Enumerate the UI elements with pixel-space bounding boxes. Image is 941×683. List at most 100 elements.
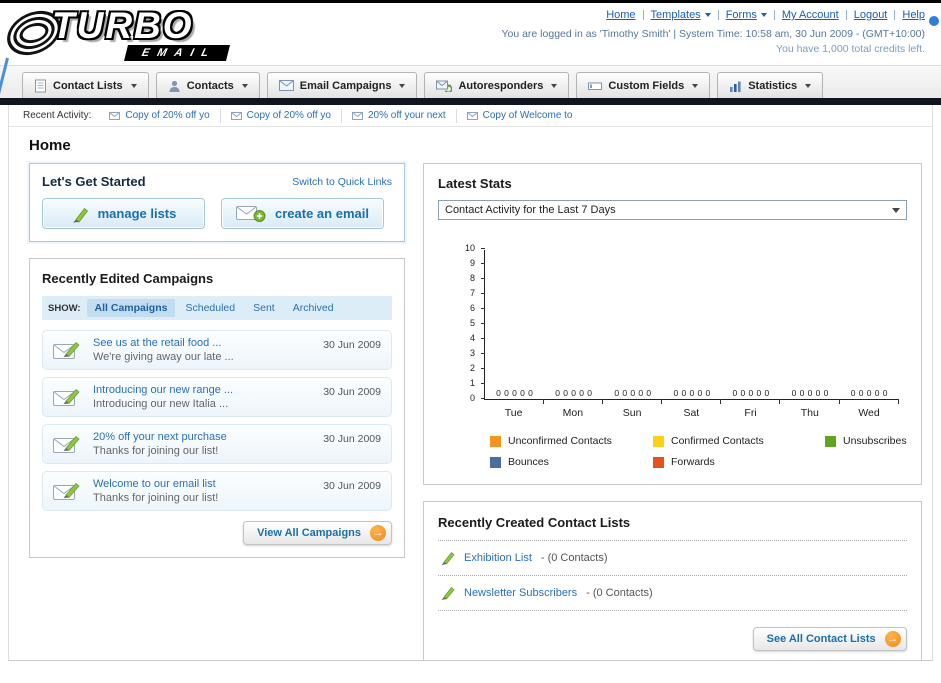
- chart-value-label: 0: [681, 387, 687, 398]
- chart-group: 00000: [544, 250, 604, 404]
- filter-all-campaigns[interactable]: All Campaigns: [86, 299, 176, 317]
- create-email-label: create an email: [275, 206, 369, 221]
- y-axis-tick-mark: [481, 248, 485, 249]
- tab-email-campaigns[interactable]: Email Campaigns: [266, 72, 418, 98]
- nav-templates-link[interactable]: Templates: [651, 9, 711, 21]
- recent-activity-link[interactable]: Copy of Welcome to: [483, 110, 573, 121]
- chart-bar-cell: 0: [496, 388, 501, 400]
- chart-value-label: 0: [850, 387, 856, 398]
- chart-value-label: 0: [732, 387, 738, 398]
- view-all-campaigns-label: View All Campaigns: [257, 527, 361, 539]
- tab-contacts[interactable]: Contacts: [155, 72, 260, 98]
- filter-archived[interactable]: Archived: [285, 299, 342, 317]
- campaign-list-item: Welcome to our email list Thanks for joi…: [42, 471, 392, 511]
- campaign-date: 30 Jun 2009: [323, 480, 381, 492]
- stats-period-value: Contact Activity for the Last 7 Days: [445, 204, 616, 216]
- email-campaigns-icon: [278, 80, 294, 91]
- chart-bar-cell: 0: [867, 388, 872, 400]
- recent-activity-link[interactable]: Copy of 20% off yo: [125, 110, 209, 121]
- edit-campaign-icon: [53, 480, 83, 503]
- nav-home-link[interactable]: Home: [606, 9, 635, 21]
- stats-period-select[interactable]: Contact Activity for the Last 7 Days: [438, 200, 907, 220]
- nav-help-link[interactable]: Help: [902, 9, 925, 21]
- x-axis-label: Wed: [858, 407, 880, 419]
- campaign-subtitle: Thanks for joining our list!: [93, 445, 219, 457]
- create-email-button[interactable]: create an email: [221, 198, 384, 229]
- campaign-title-link[interactable]: Welcome to our email list: [93, 478, 307, 490]
- contact-list-link[interactable]: Newsletter Subscribers: [464, 587, 577, 599]
- manage-lists-button[interactable]: manage lists: [42, 198, 205, 229]
- campaign-title-link[interactable]: See us at the retail food ...: [93, 337, 307, 349]
- tab-statistics[interactable]: Statistics: [717, 72, 824, 98]
- campaign-title-link[interactable]: 20% off your next purchase: [93, 431, 307, 443]
- latest-stats-panel: Latest Stats Contact Activity for the La…: [423, 163, 922, 485]
- campaign-title-link[interactable]: Introducing our new range ...: [93, 384, 307, 396]
- chart-value-label: 0: [764, 387, 770, 398]
- chart-value-label: 0: [740, 387, 746, 398]
- recent-activity-item: 20% off your next: [342, 108, 457, 123]
- pencil-icon: [440, 585, 455, 601]
- chart-value-label: 0: [563, 387, 568, 398]
- campaign-list-item: See us at the retail food ... We're givi…: [42, 330, 392, 370]
- recent-activity-item: Copy of Welcome to: [457, 109, 583, 123]
- envelope-plus-icon: [236, 204, 266, 223]
- chart-bar-cell: 0: [748, 387, 754, 400]
- manage-lists-label: manage lists: [97, 206, 177, 221]
- see-all-contact-lists-button[interactable]: See All Contact Lists →: [752, 627, 907, 651]
- legend-swatch: [490, 456, 501, 468]
- show-label: SHOW:: [48, 302, 81, 314]
- filter-scheduled[interactable]: Scheduled: [177, 299, 243, 317]
- nav-my-account-link[interactable]: My Account: [782, 9, 839, 21]
- view-all-campaigns-button[interactable]: View All Campaigns →: [243, 521, 392, 545]
- chevron-down-icon: [399, 83, 406, 88]
- chart-bar-cell: 0: [732, 387, 738, 400]
- contact-list-link[interactable]: Exhibition List: [464, 552, 532, 564]
- nav-templates-label: Templates: [650, 9, 701, 21]
- custom-fields-icon: [588, 80, 603, 92]
- filter-sent[interactable]: Sent: [245, 299, 283, 317]
- nav-forms-link[interactable]: Forms: [726, 9, 767, 21]
- recent-activity-link[interactable]: 20% off your next: [368, 110, 446, 121]
- chart-value-label: 0: [823, 387, 829, 398]
- chart-bar-cell: 0: [808, 388, 813, 400]
- nav-logout-link[interactable]: Logout: [854, 9, 888, 21]
- tab-label: Email Campaigns: [299, 79, 392, 92]
- nav-forms-label: Forms: [725, 9, 757, 21]
- recent-activity-item: Copy of 20% off yo: [221, 108, 342, 123]
- chart-bar-cell: 0: [563, 387, 568, 400]
- chart-bar-cell: 0: [740, 387, 746, 400]
- chart-bar-cell: 0: [815, 387, 821, 400]
- contact-lists-icon: [34, 79, 47, 93]
- campaign-filter-bar: SHOW: All Campaigns Scheduled Sent Archi…: [42, 296, 392, 320]
- tab-label: Contact Lists: [53, 79, 123, 92]
- nav-separator: [642, 10, 644, 20]
- edit-campaign-icon: [53, 386, 83, 409]
- x-axis-label: Mon: [562, 407, 584, 419]
- y-axis-tick-label: 9: [469, 258, 475, 268]
- chart-value-label: 0: [697, 387, 703, 398]
- chart-value-label: 0: [630, 387, 636, 398]
- chart-bar-cell: 0: [792, 388, 797, 400]
- recent-activity-link[interactable]: Copy of 20% off yo: [247, 110, 331, 121]
- help-bubble-icon[interactable]: [929, 16, 939, 26]
- pencil-icon: [440, 550, 455, 566]
- chart-value-label: 0: [815, 387, 821, 398]
- campaigns-panel-title: Recently Edited Campaigns: [42, 271, 214, 286]
- contact-list-count: - (0 Contacts): [540, 552, 608, 564]
- switch-quick-links[interactable]: Switch to Quick Links: [292, 176, 392, 188]
- chart-bar-cell: 0: [859, 388, 864, 400]
- header-right: Home Templates Forms My Account Logout H…: [501, 9, 939, 55]
- contact-lists-panel-title: Recently Created Contact Lists: [438, 515, 631, 530]
- tab-autoresponders[interactable]: Autoresponders: [424, 72, 570, 98]
- tab-label: Contacts: [186, 79, 234, 92]
- chart-value-label: 0: [571, 387, 576, 398]
- tab-contact-lists[interactable]: Contact Lists: [22, 72, 149, 98]
- app-window: TURBO EMAIL Home Templates Forms My Acco…: [0, 0, 941, 683]
- campaign-date: 30 Jun 2009: [323, 386, 381, 398]
- chart-bar-cell: 0: [630, 387, 636, 400]
- x-axis-label: Fri: [744, 407, 757, 419]
- header: TURBO EMAIL Home Templates Forms My Acco…: [0, 3, 941, 109]
- tab-custom-fields[interactable]: Custom Fields: [576, 72, 711, 98]
- chart-value-label: 0: [748, 387, 754, 398]
- legend-item: Forwards: [653, 456, 825, 468]
